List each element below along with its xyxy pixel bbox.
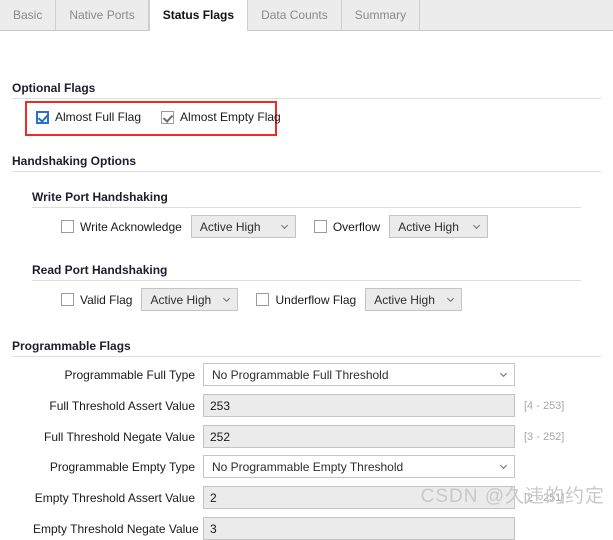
tab-label: Basic	[13, 8, 43, 22]
tab-label: Data Counts	[261, 8, 328, 22]
row-full-threshold-negate-value: Full Threshold Negate Value 252 [3 - 252…	[33, 425, 613, 448]
chevron-down-icon	[472, 222, 481, 231]
range-hint: [3 - 252]	[524, 430, 565, 443]
write-port-handshaking-subsection: Write Port Handshaking	[0, 190, 581, 208]
tab-data-counts[interactable]: Data Counts	[248, 0, 342, 30]
tab-status-flags[interactable]: Status Flags	[148, 0, 249, 31]
input-full-threshold-negate-value[interactable]: 252	[203, 425, 515, 448]
chevron-down-icon	[499, 370, 508, 379]
field-label: Full Threshold Negate Value	[44, 429, 195, 444]
chevron-down-icon	[446, 295, 455, 304]
subsection-divider	[32, 207, 581, 208]
section-title-handshaking-options: Handshaking Options	[12, 154, 137, 168]
status-flags-panel: Optional Flags Almost Full Flag Almost E…	[0, 31, 613, 540]
chevron-down-icon	[222, 295, 231, 304]
input-value: 2	[210, 490, 217, 505]
select-value: No Programmable Full Threshold	[212, 367, 389, 382]
field-label: Empty Threshold Assert Value	[34, 490, 195, 505]
checkbox-label: Almost Full Flag	[55, 110, 142, 124]
select-value: Active High	[150, 292, 212, 307]
checkbox-almost-empty-flag[interactable]: Almost Empty Flag	[161, 110, 281, 124]
select-underflow-flag-polarity[interactable]: Active High	[365, 288, 463, 311]
select-programmable-empty-type[interactable]: No Programmable Empty Threshold	[203, 455, 515, 478]
optional-flags-section: Optional Flags	[0, 81, 601, 99]
section-divider	[12, 171, 601, 172]
section-divider	[12, 98, 601, 99]
select-value: No Programmable Empty Threshold	[212, 459, 404, 474]
read-port-controls-row: Valid Flag Active High Underflow Flag Ac…	[61, 288, 463, 311]
input-value: 253	[210, 398, 231, 413]
tab-native-ports[interactable]: Native Ports	[56, 0, 149, 30]
select-value: Active High	[398, 219, 459, 234]
select-value: Active High	[374, 292, 435, 307]
tab-label: Native Ports	[69, 8, 135, 22]
subsection-divider	[32, 280, 581, 281]
checkbox-icon[interactable]	[313, 220, 327, 233]
checkbox-label: Almost Empty Flag	[180, 110, 281, 124]
subsection-title-read-port: Read Port Handshaking	[32, 263, 168, 277]
checkbox-label: Write Acknowledge	[80, 219, 182, 234]
row-empty-threshold-assert-value: Empty Threshold Assert Value 2 [2 - 251]	[33, 486, 613, 509]
select-overflow-polarity[interactable]: Active High	[389, 215, 489, 238]
tab-label: Summary	[354, 8, 407, 22]
chevron-down-icon	[499, 462, 508, 471]
optional-flags-checkbox-row: Almost Full Flag Almost Empty Flag	[36, 110, 281, 124]
checkbox-label: Overflow	[332, 219, 381, 234]
range-hint: [2 - 251]	[524, 491, 565, 504]
select-value: Active High	[199, 219, 261, 234]
input-empty-threshold-assert-value[interactable]: 2	[203, 486, 515, 509]
checkbox-icon[interactable]	[36, 110, 49, 124]
handshaking-options-section: Handshaking Options	[0, 154, 601, 172]
programmable-flags-section: Programmable Flags	[0, 339, 601, 357]
section-divider	[12, 356, 601, 357]
row-programmable-full-type: Programmable Full Type No Programmable F…	[33, 363, 603, 386]
checkbox-icon[interactable]	[61, 293, 74, 306]
field-label: Programmable Empty Type	[49, 459, 195, 474]
section-title-optional-flags: Optional Flags	[12, 81, 96, 95]
input-value: 3	[210, 521, 217, 536]
subsection-title-write-port: Write Port Handshaking	[32, 190, 168, 204]
checkbox-underflow-flag[interactable]: Underflow Flag	[256, 293, 356, 307]
input-empty-threshold-negate-value[interactable]: 3	[203, 517, 515, 540]
checkbox-overflow[interactable]: Overflow	[313, 219, 381, 234]
checkbox-almost-full-flag[interactable]: Almost Full Flag	[36, 110, 141, 124]
checkbox-valid-flag[interactable]: Valid Flag	[61, 293, 132, 307]
section-title-programmable-flags: Programmable Flags	[12, 339, 131, 353]
field-label: Full Threshold Assert Value	[49, 398, 195, 413]
field-label: Empty Threshold Negate Value	[33, 521, 199, 536]
read-port-handshaking-subsection: Read Port Handshaking	[0, 263, 581, 281]
checkbox-icon[interactable]	[161, 110, 175, 124]
tab-bar: Basic Native Ports Status Flags Data Cou…	[0, 0, 613, 31]
row-empty-threshold-negate-value: Empty Threshold Negate Value 3	[33, 517, 613, 540]
tab-strip-filler	[420, 0, 613, 30]
range-hint: [4 - 253]	[524, 399, 565, 412]
chevron-down-icon	[280, 222, 289, 231]
write-port-controls-row: Write Acknowledge Active High Overflow A…	[61, 215, 489, 238]
checkbox-write-acknowledge[interactable]: Write Acknowledge	[61, 220, 182, 234]
checkbox-label: Valid Flag	[80, 292, 133, 307]
field-label: Programmable Full Type	[64, 367, 196, 382]
tab-basic[interactable]: Basic	[0, 0, 57, 30]
select-programmable-full-type[interactable]: No Programmable Full Threshold	[203, 363, 515, 386]
select-write-acknowledge-polarity[interactable]: Active High	[190, 215, 296, 238]
select-valid-flag-polarity[interactable]: Active High	[141, 288, 239, 311]
input-full-threshold-assert-value[interactable]: 253	[203, 394, 515, 417]
checkbox-icon[interactable]	[256, 293, 270, 306]
row-full-threshold-assert-value: Full Threshold Assert Value 253 [4 - 253…	[33, 394, 613, 417]
checkbox-label: Underflow Flag	[275, 292, 357, 307]
tab-summary[interactable]: Summary	[342, 0, 421, 30]
checkbox-icon[interactable]	[61, 220, 74, 233]
tab-label: Status Flags	[162, 8, 235, 22]
row-programmable-empty-type: Programmable Empty Type No Programmable …	[33, 455, 603, 478]
input-value: 252	[210, 429, 231, 444]
